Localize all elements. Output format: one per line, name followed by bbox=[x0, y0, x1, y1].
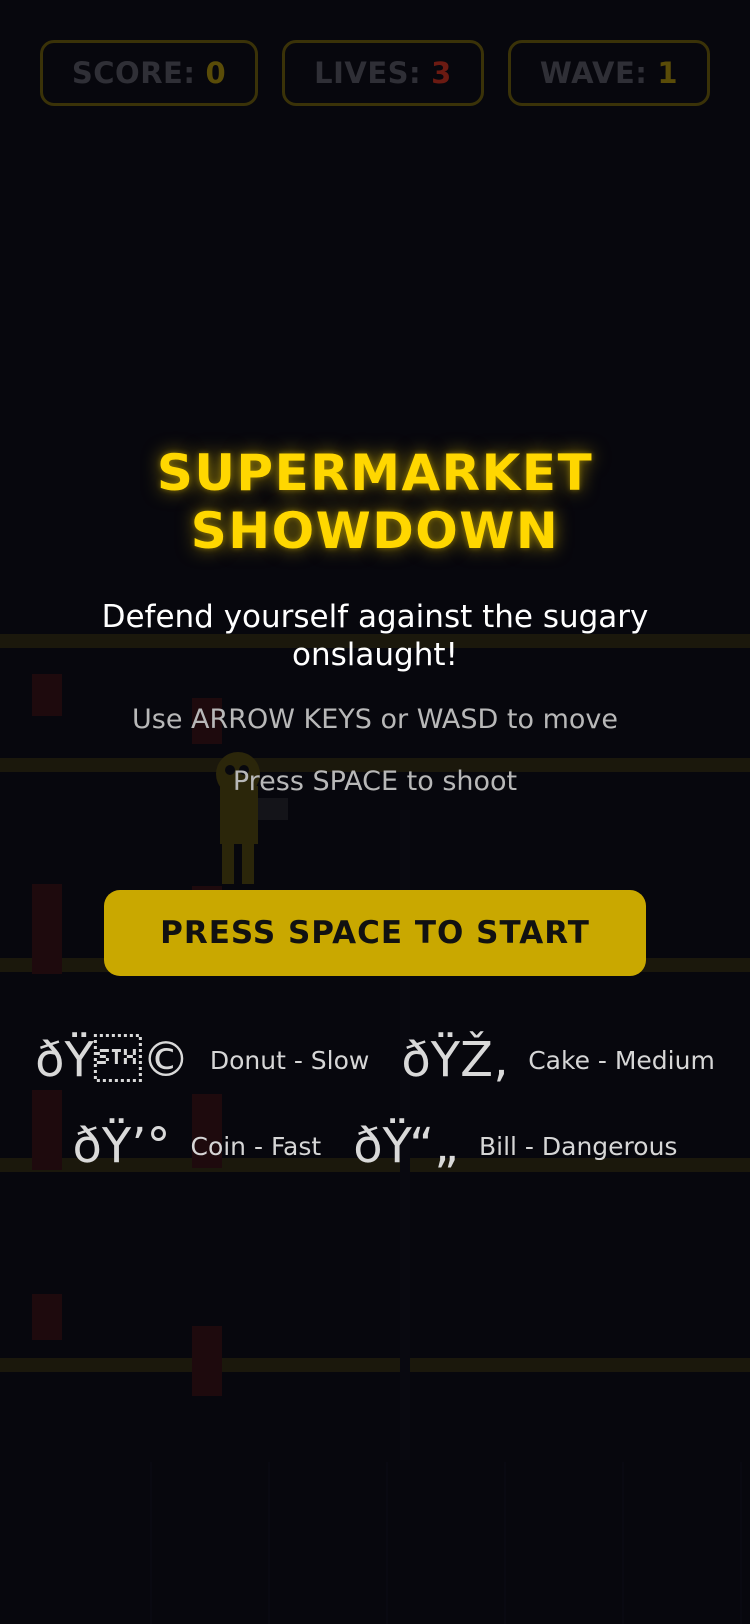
wave-display: WAVE: 1 bbox=[508, 40, 710, 106]
wave-value: 1 bbox=[657, 56, 679, 90]
legend-item-coin: ðŸ’° Coin - Fast bbox=[73, 1116, 322, 1176]
legend-item-bill: ðŸ“„ Bill - Dangerous bbox=[353, 1116, 677, 1176]
legend-label: Bill - Dangerous bbox=[478, 1131, 678, 1161]
score-display: SCORE: 0 bbox=[40, 40, 258, 106]
lives-value: 3 bbox=[431, 56, 452, 90]
score-label: SCORE: bbox=[71, 56, 196, 90]
score-value: 0 bbox=[205, 56, 227, 90]
tagline: Defend yourself against the sugary onsla… bbox=[101, 599, 649, 673]
legend-item-cake: ðŸŽ‚ Cake - Medium bbox=[401, 1030, 714, 1090]
game-world bbox=[0, 0, 750, 1624]
lives-display: LIVES: 3 bbox=[282, 40, 484, 106]
coin-icon: ðŸ’° bbox=[72, 1118, 171, 1174]
shoot-instruction: Press SPACE to shoot bbox=[232, 766, 518, 797]
start-button[interactable]: PRESS SPACE TO START bbox=[104, 890, 646, 976]
bill-icon: ðŸ“„ bbox=[353, 1118, 459, 1174]
wave-label: WAVE: bbox=[539, 56, 648, 90]
game-stage[interactable]: SCORE: 0 LIVES: 3 WAVE: 1 SUPERMARKET SH… bbox=[0, 0, 750, 1624]
enemy-legend-row: ðŸ’° Coin - Fast ðŸ“„ Bill - Dangerous bbox=[0, 1116, 750, 1176]
donut-icon: ðŸ© bbox=[35, 1032, 190, 1088]
move-instruction: Use ARROW KEYS or WASD to move bbox=[131, 704, 619, 735]
cake-icon: ðŸŽ‚ bbox=[401, 1032, 509, 1088]
game-title: SUPERMARKET SHOWDOWN bbox=[0, 444, 750, 560]
hud: SCORE: 0 LIVES: 3 WAVE: 1 bbox=[40, 40, 710, 106]
title-line-2: SHOWDOWN bbox=[190, 502, 560, 560]
legend-item-donut: ðŸ© Donut - Slow bbox=[35, 1030, 369, 1090]
title-line-1: SUPERMARKET bbox=[156, 444, 594, 502]
legend-label: Donut - Slow bbox=[209, 1045, 370, 1075]
legend-label: Coin - Fast bbox=[190, 1131, 322, 1161]
dim-overlay bbox=[0, 0, 750, 1624]
legend-label: Cake - Medium bbox=[528, 1045, 715, 1075]
enemy-legend-row: ðŸ© Donut - Slow ðŸŽ‚ Cake - Medium bbox=[0, 1030, 750, 1090]
lives-label: LIVES: bbox=[314, 56, 422, 90]
